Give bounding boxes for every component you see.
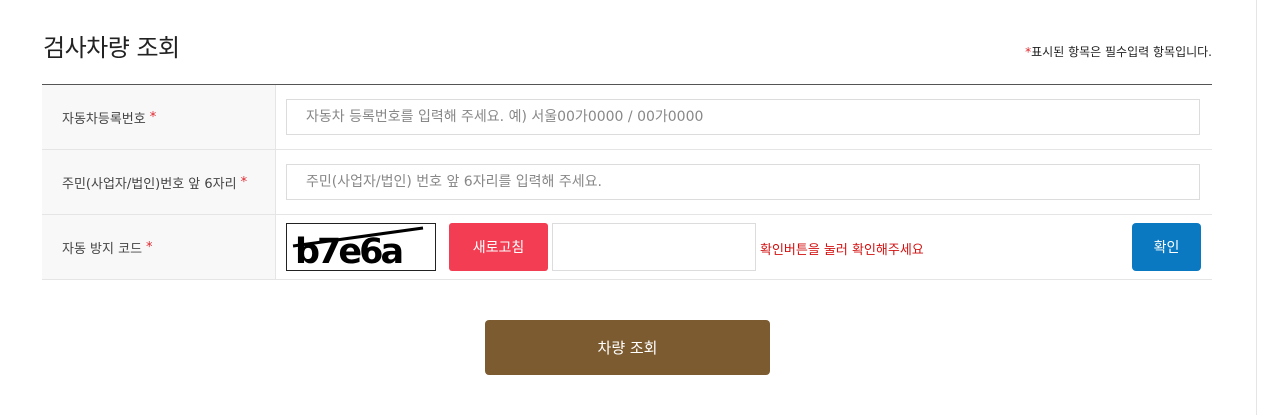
page-title: 검사차량 조회 [43,34,180,62]
required-note: *표시된 항목은 필수입력 항목입니다. [1025,43,1212,60]
plate-label: 자동차등록번호 [62,111,146,127]
plate-field-cell [276,85,1212,149]
required-star: * [146,239,153,255]
captcha-input[interactable] [552,223,756,271]
vehicle-search-button[interactable]: 차량 조회 [485,320,770,375]
required-star: * [240,174,248,190]
captcha-image-graphic: b7e6a [292,226,424,270]
required-star: * [149,109,157,125]
id-number-label: 주민(사업자/법인)번호 앞 6자리 [62,176,237,192]
form-row-plate: 자동차등록번호 * [42,85,1212,150]
captcha-label-cell: 자동 방지 코드 * [42,215,276,279]
form-row-id-number: 주민(사업자/법인)번호 앞 6자리 * [42,150,1212,215]
inspection-vehicle-form: 자동차등록번호 * 주민(사업자/법인)번호 앞 6자리 * 자동 방지 코드 … [42,84,1212,280]
id-number-input[interactable] [286,164,1200,200]
form-row-captcha: 자동 방지 코드 * b7e6a 새로고침 확인버튼을 눌러 확인해주세요 확인 [42,215,1212,280]
required-note-text: 표시된 항목은 필수입력 항목입니다. [1031,45,1212,59]
plate-label-cell: 자동차등록번호 * [42,85,276,149]
page-right-border [1256,0,1257,415]
id-number-label-cell: 주민(사업자/법인)번호 앞 6자리 * [42,150,276,214]
captcha-refresh-button[interactable]: 새로고침 [449,223,548,271]
plate-number-input[interactable] [286,99,1200,135]
captcha-image: b7e6a [286,223,436,271]
captcha-message: 확인버튼을 눌러 확인해주세요 [760,243,924,258]
captcha-label: 자동 방지 코드 [62,241,143,257]
captcha-field-cell: b7e6a 새로고침 확인버튼을 눌러 확인해주세요 확인 [276,215,1212,279]
captcha-confirm-button[interactable]: 확인 [1132,223,1201,271]
id-number-field-cell [276,150,1212,214]
